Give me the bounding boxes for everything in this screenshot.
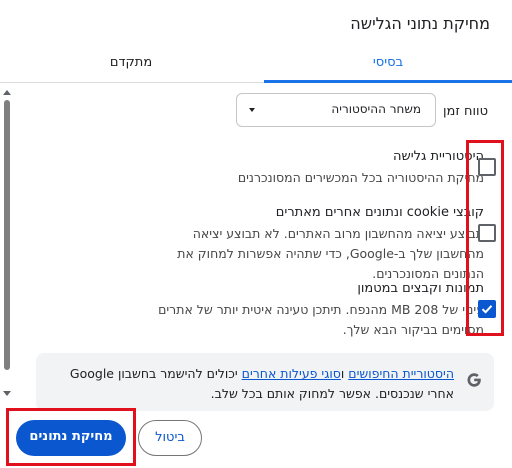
cached-images-checkbox[interactable]: [478, 300, 496, 318]
option-title: היסטוריית גלישה: [393, 149, 484, 164]
search-history-link[interactable]: היסטוריית החיפושים: [348, 366, 454, 381]
option-description: מחיקת ההיסטוריה בכל המכשירים המסונכרנים: [237, 170, 484, 185]
scroll-up-arrow-icon[interactable]: [3, 90, 11, 95]
cookies-checkbox[interactable]: [478, 224, 496, 242]
option-browsing-history: היסטוריית גלישה מחיקת ההיסטוריה בכל המכש…: [156, 148, 484, 188]
option-cookies: קובצי cookie ונתונים אחרים מאתרים תבוצע …: [156, 204, 484, 284]
option-title: תמונות וקבצים במטמון: [357, 281, 484, 296]
option-title: קובצי cookie ונתונים אחרים מאתרים: [275, 205, 484, 220]
scrollbar[interactable]: [0, 84, 14, 402]
cancel-button[interactable]: ביטול: [138, 420, 202, 456]
time-range-value: משחר ההיסטוריה: [331, 102, 421, 116]
dropdown-arrow-icon: [249, 108, 255, 112]
scroll-down-arrow-icon[interactable]: [3, 391, 11, 396]
google-g-icon: [467, 373, 481, 387]
tab-advanced[interactable]: מתקדם: [0, 48, 262, 82]
dialog-title: מחיקת נתוני הגלישה: [350, 14, 490, 33]
checkmark-icon: [481, 305, 493, 314]
option-description: תבוצע יציאה מהחשבון מרוב האתרים. לא תבוצ…: [177, 226, 484, 281]
time-range-select[interactable]: משחר ההיסטוריה: [236, 93, 436, 127]
option-cached-images: תמונות וקבצים במטמון פינוי של MB 208 מהנ…: [156, 280, 484, 340]
time-range-label: טווח זמן: [442, 104, 488, 119]
option-description: פינוי של MB 208 מהנפח. תיתכן טעינה איטית…: [158, 302, 484, 337]
google-notice-text: היסטוריית החיפושים וסוגי פעילות אחרים יכ…: [54, 364, 454, 404]
tab-bar: בסיסי מתקדם: [0, 48, 512, 83]
other-activity-link[interactable]: סוגי פעילות אחרים: [242, 366, 341, 381]
tab-basic[interactable]: בסיסי: [264, 48, 512, 83]
clear-data-button[interactable]: מחיקת נתונים: [16, 420, 126, 456]
scrollbar-thumb[interactable]: [4, 100, 10, 370]
browsing-history-checkbox[interactable]: [478, 158, 496, 176]
